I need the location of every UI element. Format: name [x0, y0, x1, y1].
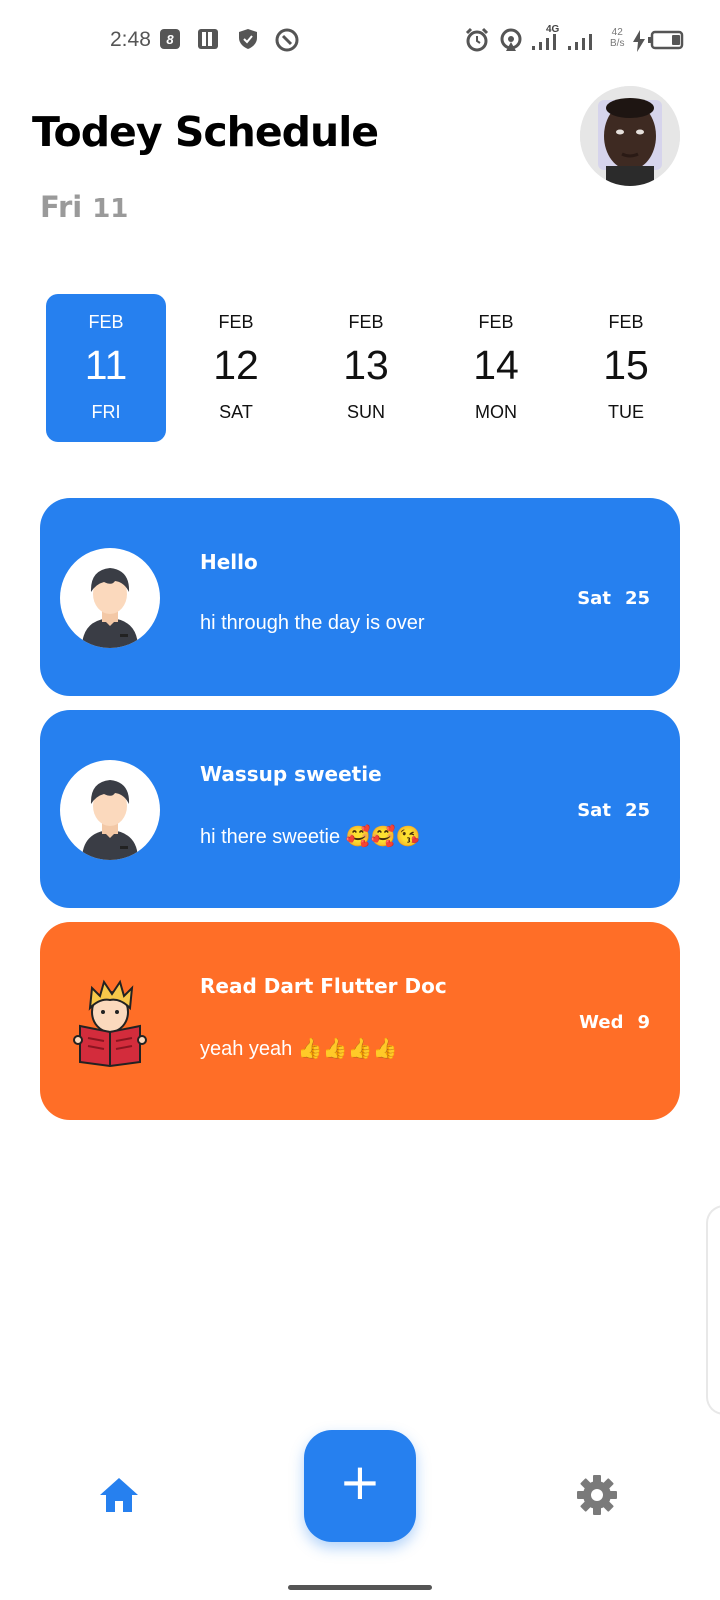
date-item[interactable]: FEB 14 MON [436, 294, 556, 442]
date-month: FEB [608, 312, 644, 332]
shield-icon [239, 29, 257, 49]
task-card[interactable]: Wassup sweetie hi there sweetie 🥰🥰😘 Sat 2… [40, 710, 680, 908]
date-weekday: MON [475, 402, 517, 422]
card-date: Sat 25 [577, 800, 650, 821]
signal-icon [568, 34, 592, 50]
parking-icon [198, 29, 218, 49]
date-day: 11 [84, 342, 128, 388]
svg-text:8: 8 [166, 32, 174, 47]
card-day-number: 25 [624, 588, 650, 609]
app-screen: 2:48 8 4G 42 B/s Todey Schedule Fri 11 F… [0, 0, 720, 1600]
date-month: FEB [348, 312, 384, 332]
card-title: Read Dart Flutter Doc [200, 974, 447, 998]
current-day-number: 11 [92, 194, 129, 224]
network-speed-value: 42 [611, 27, 623, 38]
card-date: Sat 25 [577, 588, 650, 609]
card-text: hi through the day is over [200, 612, 425, 634]
gear-icon[interactable] [577, 1475, 617, 1515]
card-text: yeah yeah 👍👍👍👍 [200, 1038, 398, 1060]
home-icon[interactable] [100, 1478, 138, 1512]
alarm-icon [465, 27, 489, 52]
card-title: Hello [200, 550, 258, 574]
card-title: Wassup sweetie [200, 762, 382, 786]
date-weekday: SUN [346, 402, 385, 422]
page-title: Todey Schedule [32, 108, 379, 156]
date-month: FEB [478, 312, 514, 332]
current-date: Fri 11 [40, 190, 128, 224]
vpn-icon [275, 28, 299, 52]
date-day: 13 [343, 342, 389, 388]
date-item[interactable]: FEB 12 SAT [176, 294, 296, 442]
add-task-button[interactable]: + [304, 1430, 416, 1542]
edge-panel-handle[interactable] [706, 1205, 720, 1415]
status-bar: 2:48 8 4G 42 B/s [0, 0, 720, 80]
hotspot-icon [500, 28, 522, 51]
date-item[interactable]: FEB 13 SUN [306, 294, 426, 442]
card-day-name: Wed [579, 1012, 624, 1033]
plus-icon: + [339, 1453, 381, 1511]
signal-icon [532, 34, 556, 50]
date-month: FEB [88, 312, 124, 332]
task-card[interactable]: Read Dart Flutter Doc yeah yeah 👍👍👍👍 Wed… [40, 922, 680, 1120]
profile-photo [580, 86, 680, 186]
task-card[interactable]: Hello hi through the day is over Sat 25 [40, 498, 680, 696]
charging-icon [633, 30, 645, 52]
gesture-navigation-bar[interactable] [288, 1585, 432, 1590]
current-day-name: Fri [40, 190, 83, 224]
card-text: hi there sweetie 🥰🥰😘 [200, 826, 421, 848]
card-date: Wed 9 [579, 1012, 650, 1033]
date-item[interactable]: FEB 11 FRI [46, 294, 166, 442]
date-item[interactable]: FEB 15 TUE [566, 294, 686, 442]
network-speed-unit: B/s [610, 38, 625, 49]
date-weekday: TUE [608, 402, 644, 422]
card-day-number: 9 [637, 1012, 650, 1033]
card-day-number: 25 [624, 800, 650, 821]
male-avatar-icon [60, 548, 160, 648]
date-weekday: SAT [219, 402, 253, 422]
date-day: 15 [603, 342, 649, 388]
battery-icon [648, 30, 684, 50]
network-speed: 42 B/s [610, 27, 624, 49]
date-month: FEB [218, 312, 254, 332]
date-day: 12 [213, 342, 259, 388]
notification-8-icon: 8 [160, 29, 180, 49]
card-day-name: Sat [577, 800, 611, 821]
reading-boy-icon [70, 978, 150, 1068]
date-selector: FEB 11 FRI FEB 12 SAT FEB 13 SUN FEB 14 … [46, 294, 676, 442]
card-day-name: Sat [577, 588, 611, 609]
male-avatar-icon [60, 760, 160, 860]
avatar[interactable] [580, 86, 680, 186]
status-time: 2:48 [110, 28, 151, 51]
date-day: 14 [473, 342, 519, 388]
date-weekday: FRI [91, 402, 121, 422]
